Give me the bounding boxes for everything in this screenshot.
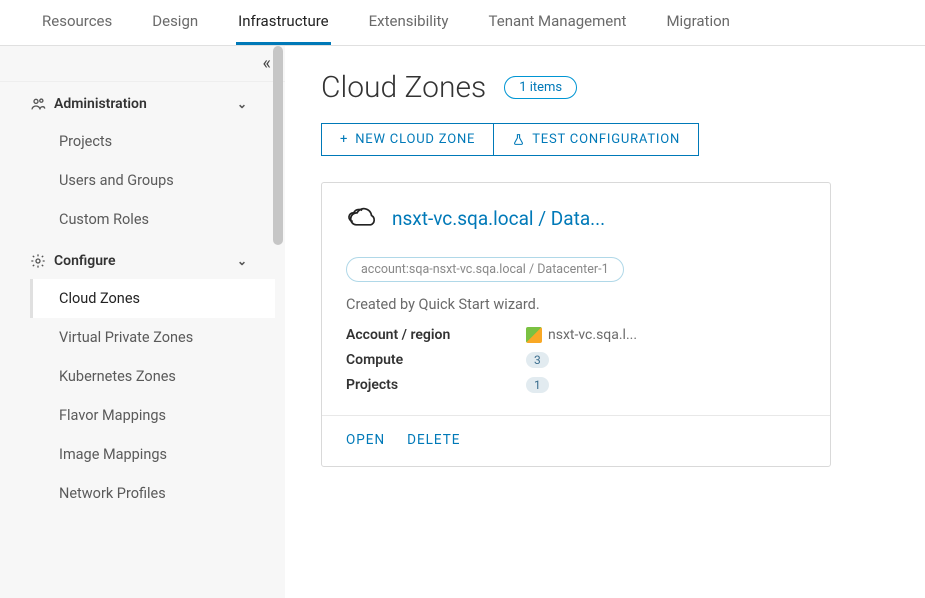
flask-icon xyxy=(512,133,525,146)
sidebar-item-image-mappings[interactable]: Image Mappings xyxy=(30,435,275,474)
item-count-badge: 1 items xyxy=(504,76,577,99)
label-compute: Compute xyxy=(346,352,526,368)
row-compute: Compute 3 xyxy=(346,352,806,368)
vsphere-icon xyxy=(526,327,542,343)
cloud-zone-card: nsxt-vc.sqa.local / Data... account:sqa-… xyxy=(321,182,831,467)
tab-design[interactable]: Design xyxy=(150,12,200,45)
card-title[interactable]: nsxt-vc.sqa.local / Data... xyxy=(392,207,605,230)
sidebar-item-kubernetes-zones[interactable]: Kubernetes Zones xyxy=(30,357,275,396)
delete-button[interactable]: DELETE xyxy=(407,432,460,448)
chevron-down-icon: ⌄ xyxy=(237,97,247,111)
sidebar-item-flavor-mappings[interactable]: Flavor Mappings xyxy=(30,396,275,435)
account-tag: account:sqa-nsxt-vc.sqa.local / Datacent… xyxy=(346,257,624,282)
label-account-region: Account / region xyxy=(346,327,526,343)
sidebar-section-configure[interactable]: Configure ⌄ xyxy=(30,239,275,279)
section-label: Administration xyxy=(54,96,147,112)
tab-migration[interactable]: Migration xyxy=(664,12,732,45)
open-button[interactable]: OPEN xyxy=(346,432,385,448)
card-description: Created by Quick Start wizard. xyxy=(346,296,806,313)
button-label: TEST CONFIGURATION xyxy=(532,132,680,147)
plus-icon: + xyxy=(340,132,348,147)
sidebar-item-network-profiles[interactable]: Network Profiles xyxy=(30,474,275,513)
row-projects: Projects 1 xyxy=(346,377,806,393)
tab-extensibility[interactable]: Extensibility xyxy=(367,12,451,45)
main-content: Cloud Zones 1 items + NEW CLOUD ZONE TES… xyxy=(285,46,925,598)
tab-infrastructure[interactable]: Infrastructure xyxy=(236,12,330,45)
tab-tenant-management[interactable]: Tenant Management xyxy=(487,12,629,45)
sidebar-item-cloud-zones[interactable]: Cloud Zones xyxy=(30,279,275,318)
sidebar-item-virtual-private-zones[interactable]: Virtual Private Zones xyxy=(30,318,275,357)
users-icon xyxy=(30,96,46,112)
sidebar-scrollbar[interactable] xyxy=(273,46,283,245)
sidebar-section-administration[interactable]: Administration ⌄ xyxy=(30,82,275,122)
sidebar-item-users-groups[interactable]: Users and Groups xyxy=(30,161,275,200)
row-account-region: Account / region nsxt-vc.sqa.l... xyxy=(346,327,806,343)
value-projects: 1 xyxy=(526,377,549,393)
section-label: Configure xyxy=(54,253,115,269)
sidebar-item-custom-roles[interactable]: Custom Roles xyxy=(30,200,275,239)
sidebar-collapse-bar: « xyxy=(0,46,285,82)
sidebar-item-projects[interactable]: Projects xyxy=(30,122,275,161)
top-tab-bar: Resources Design Infrastructure Extensib… xyxy=(0,0,925,46)
sidebar: « Administration ⌄ Projects Users and Gr… xyxy=(0,46,285,598)
collapse-icon[interactable]: « xyxy=(263,53,267,74)
test-configuration-button[interactable]: TEST CONFIGURATION xyxy=(493,124,698,155)
tab-resources[interactable]: Resources xyxy=(40,12,114,45)
gear-icon xyxy=(30,253,46,269)
cloud-icon xyxy=(346,205,380,231)
new-cloud-zone-button[interactable]: + NEW CLOUD ZONE xyxy=(322,124,493,155)
button-label: NEW CLOUD ZONE xyxy=(355,132,475,147)
chevron-down-icon: ⌄ xyxy=(237,254,247,268)
label-projects: Projects xyxy=(346,377,526,393)
page-title: Cloud Zones xyxy=(321,70,486,105)
value-account-region: nsxt-vc.sqa.l... xyxy=(548,327,637,343)
value-compute: 3 xyxy=(526,352,549,368)
action-bar: + NEW CLOUD ZONE TEST CONFIGURATION xyxy=(321,123,699,156)
